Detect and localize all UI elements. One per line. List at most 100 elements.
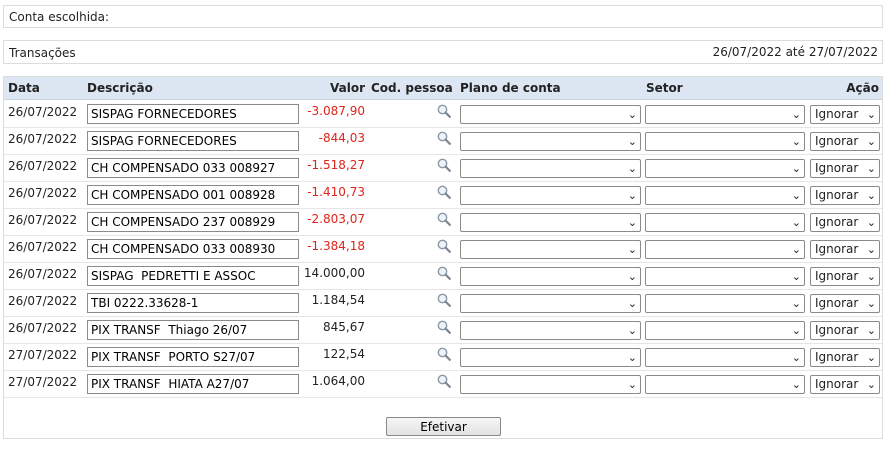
plano-de-conta-select[interactable]: ⌄ [460,132,641,151]
row-date: 26/07/2022 [8,105,78,119]
chevron-down-icon: ⌄ [791,270,801,283]
magnifier-icon[interactable] [436,292,452,308]
magnifier-icon[interactable] [436,238,452,254]
description-input[interactable]: CH COMPENSADO 033 008930 [87,239,299,259]
chevron-down-icon: ⌄ [791,162,801,175]
setor-select[interactable]: ⌄ [645,213,805,232]
magnifier-icon[interactable] [436,373,452,389]
chevron-down-icon: ⌄ [791,108,801,121]
row-date: 26/07/2022 [8,321,78,335]
setor-select[interactable]: ⌄ [645,132,805,151]
row-date: 26/07/2022 [8,267,78,281]
description-input[interactable]: SISPAG FORNECEDORES [87,104,299,124]
row-value: -3.087,90 [307,104,365,118]
transacoes-label: Transações [9,46,76,60]
acao-value: Ignorar [815,188,859,202]
plano-de-conta-select[interactable]: ⌄ [460,375,641,394]
chevron-down-icon: ⌄ [791,189,801,202]
table-row: 26/07/2022 SISPAG FORNECEDORES -844,03 ⌄ ⌄ Ig… [4,127,882,155]
chevron-down-icon: ⌄ [791,216,801,229]
setor-select[interactable]: ⌄ [645,294,805,313]
magnifier-icon[interactable] [436,265,452,281]
row-value: 122,54 [323,347,365,361]
acao-select[interactable]: Ignorar ⌄ [810,267,880,286]
acao-value: Ignorar [815,296,859,310]
chevron-down-icon: ⌄ [866,162,876,175]
plano-de-conta-select[interactable]: ⌄ [460,159,641,178]
efetivar-button[interactable]: Efetivar [386,417,501,436]
acao-value: Ignorar [815,350,859,364]
description-input[interactable]: PIX TRANSF Thiago 26/07 [87,320,299,340]
setor-select[interactable]: ⌄ [645,240,805,259]
acao-value: Ignorar [815,269,859,283]
acao-select[interactable]: Ignorar ⌄ [810,240,880,259]
acao-select[interactable]: Ignorar ⌄ [810,294,880,313]
description-input[interactable]: PIX TRANSF HIATA A27/07 [87,374,299,394]
magnifier-icon[interactable] [436,130,452,146]
acao-select[interactable]: Ignorar ⌄ [810,159,880,178]
plano-de-conta-select[interactable]: ⌄ [460,240,641,259]
setor-select[interactable]: ⌄ [645,105,805,124]
plano-de-conta-select[interactable]: ⌄ [460,105,641,124]
acao-value: Ignorar [815,107,859,121]
chevron-down-icon: ⌄ [627,324,637,337]
row-date: 26/07/2022 [8,186,78,200]
setor-select[interactable]: ⌄ [645,321,805,340]
row-value: 14.000,00 [303,266,365,280]
description-input[interactable]: CH COMPENSADO 237 008929 [87,212,299,232]
table-row: 27/07/2022 PIX TRANSF HIATA A27/07 1.064,0… [4,370,882,398]
chevron-down-icon: ⌄ [627,270,637,283]
row-value: -1.518,27 [307,158,365,172]
chevron-down-icon: ⌄ [627,189,637,202]
acao-select[interactable]: Ignorar ⌄ [810,321,880,340]
transactions-table: Data Descrição Valor Cod. pessoa Plano d… [3,76,883,439]
magnifier-icon[interactable] [436,319,452,335]
table-header: Data Descrição Valor Cod. pessoa Plano d… [4,77,882,100]
chevron-down-icon: ⌄ [866,351,876,364]
row-value: -1.410,73 [307,185,365,199]
setor-select[interactable]: ⌄ [645,267,805,286]
magnifier-icon[interactable] [436,103,452,119]
plano-de-conta-select[interactable]: ⌄ [460,213,641,232]
magnifier-icon[interactable] [436,346,452,362]
table-row: 26/07/2022 CH COMPENSADO 033 008927 -1.518… [4,154,882,182]
acao-value: Ignorar [815,242,859,256]
acao-select[interactable]: Ignorar ⌄ [810,375,880,394]
plano-de-conta-select[interactable]: ⌄ [460,186,641,205]
acao-select[interactable]: Ignorar ⌄ [810,132,880,151]
row-value: 1.184,54 [311,293,365,307]
acao-select[interactable]: Ignorar ⌄ [810,213,880,232]
description-input[interactable]: SISPAG PEDRETTI E ASSOC [87,266,299,286]
header-descricao: Descrição [87,81,153,95]
description-input[interactable]: TBI 0222.33628-1 [87,293,299,313]
description-input[interactable]: CH COMPENSADO 033 008927 [87,158,299,178]
plano-de-conta-select[interactable]: ⌄ [460,348,641,367]
table-row: 26/07/2022 SISPAG FORNECEDORES -3.087,90 ⌄ ⌄… [4,100,882,128]
plano-de-conta-select[interactable]: ⌄ [460,294,641,313]
chevron-down-icon: ⌄ [791,297,801,310]
table-row: 26/07/2022 SISPAG PEDRETTI E ASSOC 14.000,… [4,262,882,290]
plano-de-conta-select[interactable]: ⌄ [460,321,641,340]
setor-select[interactable]: ⌄ [645,159,805,178]
chevron-down-icon: ⌄ [866,189,876,202]
acao-select[interactable]: Ignorar ⌄ [810,105,880,124]
magnifier-icon[interactable] [436,211,452,227]
description-input[interactable]: SISPAG FORNECEDORES [87,131,299,151]
chevron-down-icon: ⌄ [791,351,801,364]
magnifier-icon[interactable] [436,184,452,200]
acao-select[interactable]: Ignorar ⌄ [810,186,880,205]
setor-select[interactable]: ⌄ [645,348,805,367]
magnifier-icon[interactable] [436,157,452,173]
chevron-down-icon: ⌄ [791,378,801,391]
plano-de-conta-select[interactable]: ⌄ [460,267,641,286]
row-value: -844,03 [318,131,365,145]
chevron-down-icon: ⌄ [627,297,637,310]
setor-select[interactable]: ⌄ [645,186,805,205]
acao-select[interactable]: Ignorar ⌄ [810,348,880,367]
description-input[interactable]: PIX TRANSF PORTO S27/07 [87,347,299,367]
period-label: 26/07/2022 até 27/07/2022 [712,45,878,59]
chevron-down-icon: ⌄ [866,270,876,283]
setor-select[interactable]: ⌄ [645,375,805,394]
description-input[interactable]: CH COMPENSADO 001 008928 [87,185,299,205]
conta-panel: Conta escolhida: [3,5,883,28]
